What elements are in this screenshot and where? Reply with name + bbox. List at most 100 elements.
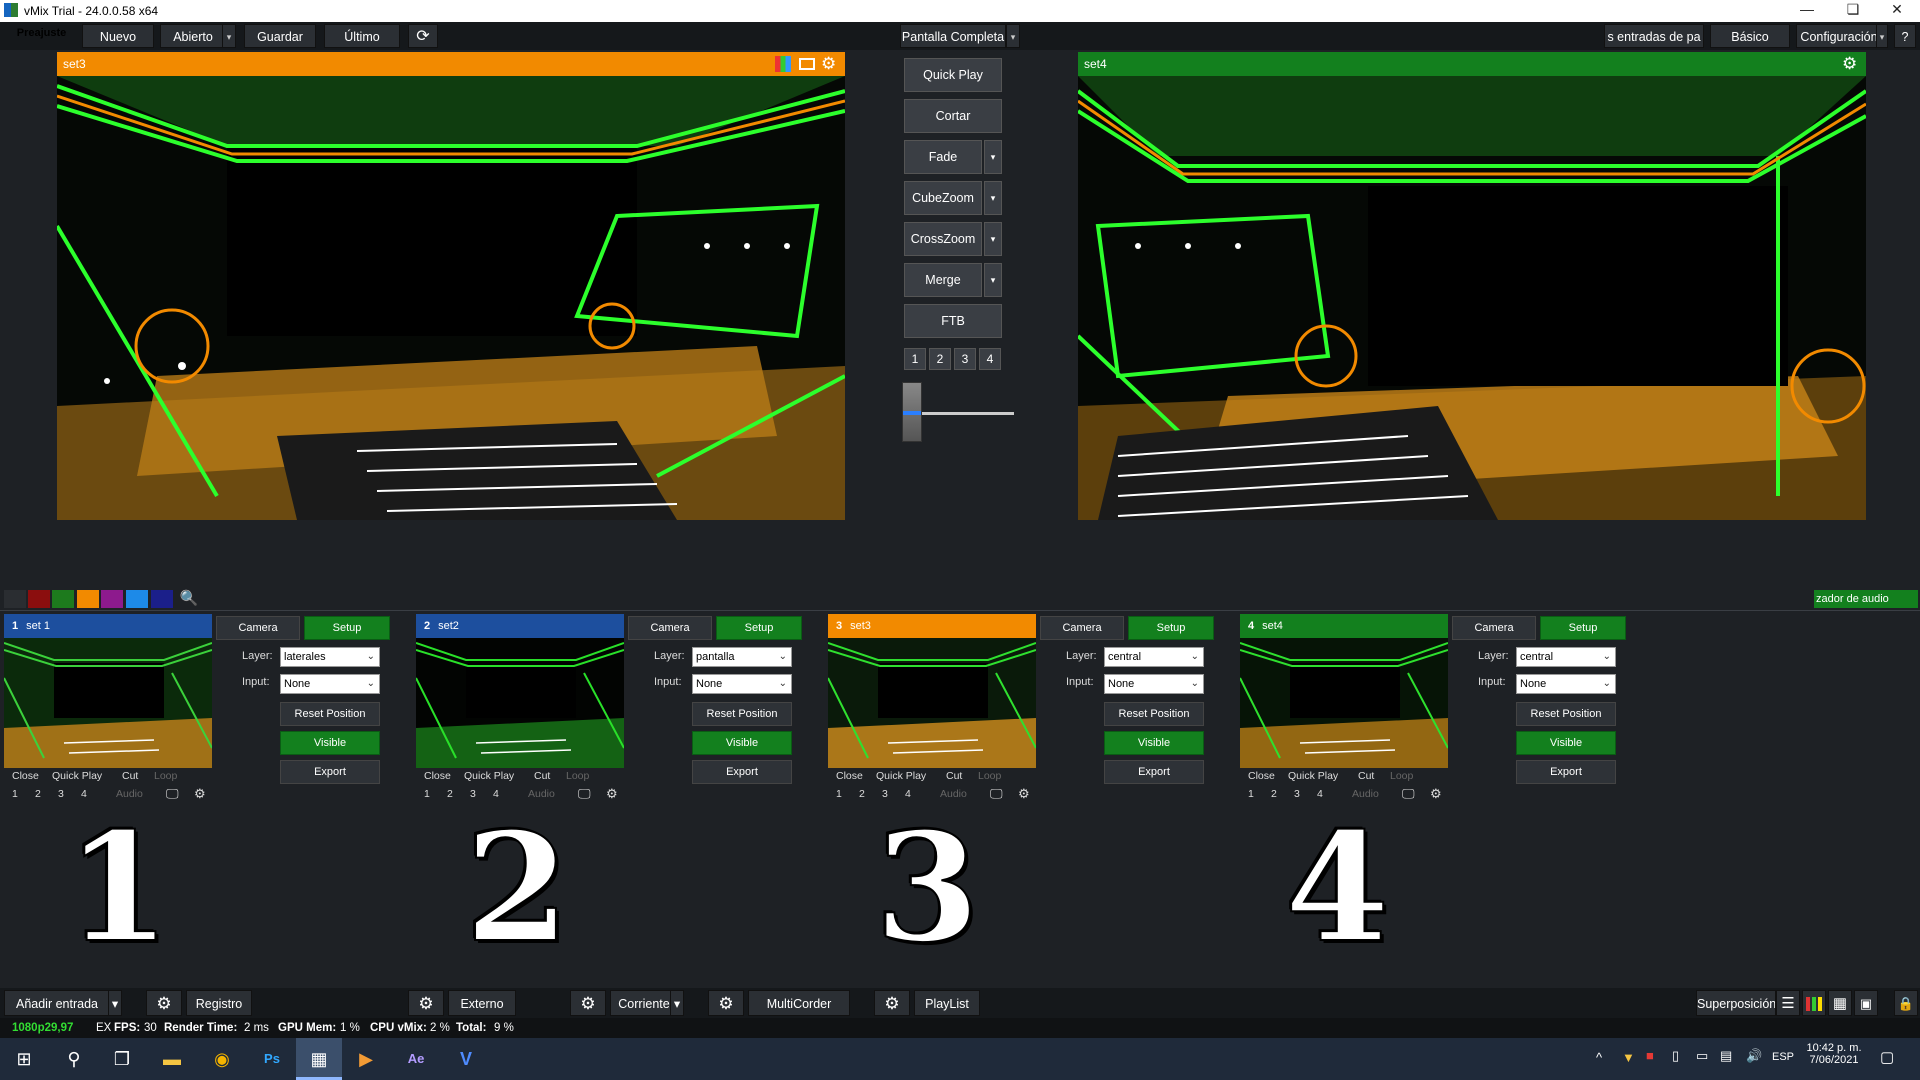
layer-select[interactable]: laterales ⌄ (280, 647, 380, 667)
cubezoom-button[interactable]: CubeZoom (904, 181, 982, 215)
input-loop-button[interactable]: Loop (1390, 770, 1413, 782)
input-loop-button[interactable]: Loop (566, 770, 589, 782)
visible-button[interactable]: Visible (692, 731, 792, 755)
camera-button[interactable]: Camera (1452, 616, 1536, 640)
add-input-button[interactable]: Añadir entrada (4, 990, 110, 1016)
color-filter-blue[interactable] (126, 590, 148, 608)
layer-select[interactable]: central ⌄ (1104, 647, 1204, 667)
input-close-button[interactable]: Close (836, 770, 863, 782)
after-effects-icon[interactable]: Ae (396, 1038, 436, 1080)
help-button[interactable]: ? (1894, 24, 1916, 48)
input-cut-button[interactable]: Cut (534, 770, 550, 782)
stream-settings-gear-icon[interactable]: ⚙ (570, 990, 606, 1016)
input-header[interactable]: 2 set2 (416, 614, 624, 638)
gear-icon[interactable]: ⚙ (1430, 786, 1442, 802)
quick-play-button[interactable]: Quick Play (904, 58, 1002, 92)
overlay-2-button[interactable]: 2 (1271, 788, 1277, 800)
input-thumbnail[interactable] (4, 638, 212, 768)
export-button[interactable]: Export (1516, 760, 1616, 784)
reset-position-button[interactable]: Reset Position (1104, 702, 1204, 726)
input-thumbnail[interactable] (828, 638, 1036, 768)
crosszoom-button[interactable]: CrossZoom (904, 222, 982, 256)
layer-select[interactable]: central ⌄ (1516, 647, 1616, 667)
merge-button[interactable]: Merge (904, 263, 982, 297)
input-select[interactable]: None ⌄ (1516, 674, 1616, 694)
monitor-icon[interactable]: 🖵 (990, 786, 1003, 802)
external-settings-gear-icon[interactable]: ⚙ (408, 990, 444, 1016)
overlay-2-button[interactable]: 2 (35, 788, 41, 800)
input-close-button[interactable]: Close (424, 770, 451, 782)
list-view-icon[interactable]: ☰ (1776, 990, 1800, 1016)
tray-usb-icon[interactable]: ▯ (1672, 1048, 1679, 1064)
layer-select[interactable]: pantalla ⌄ (692, 647, 792, 667)
input-quickplay-button[interactable]: Quick Play (1288, 770, 1338, 782)
input-quickplay-button[interactable]: Quick Play (464, 770, 514, 782)
input-audio-button[interactable]: Audio (528, 788, 555, 800)
vegas-icon[interactable]: V (446, 1038, 486, 1080)
cut-button[interactable]: Cortar (904, 99, 1002, 133)
open-button[interactable]: Abierto (160, 24, 226, 48)
reset-position-button[interactable]: Reset Position (692, 702, 792, 726)
input-cut-button[interactable]: Cut (122, 770, 138, 782)
export-button[interactable]: Export (692, 760, 792, 784)
settings-dropdown-icon[interactable]: ▾ (1876, 24, 1888, 48)
external-button[interactable]: Externo (448, 990, 516, 1016)
input-quickplay-button[interactable]: Quick Play (876, 770, 926, 782)
windows-start-icon[interactable]: ⊞ (4, 1038, 44, 1080)
tray-clock[interactable]: 10:42 p. m. 7/06/2021 (1806, 1042, 1862, 1066)
visible-button[interactable]: Visible (1104, 731, 1204, 755)
preview-video[interactable] (57, 76, 845, 520)
visible-button[interactable]: Visible (1516, 731, 1616, 755)
input-close-button[interactable]: Close (12, 770, 39, 782)
tray-app-icon[interactable]: ▼ (1622, 1050, 1635, 1065)
inputs-button[interactable]: s entradas de pa (1604, 24, 1704, 48)
setup-button[interactable]: Setup (1540, 616, 1626, 640)
merge-dropdown-icon[interactable]: ▾ (984, 263, 1002, 297)
fullscreen-button[interactable]: Pantalla Completa (900, 24, 1006, 48)
monitor-icon[interactable]: 🖵 (578, 786, 591, 802)
log-button[interactable]: Registro (186, 990, 252, 1016)
transition-2-button[interactable]: 2 (929, 348, 951, 370)
input-audio-button[interactable]: Audio (116, 788, 143, 800)
last-button[interactable]: Último (324, 24, 400, 48)
overlay-4-button[interactable]: 4 (81, 788, 87, 800)
close-icon[interactable]: ✕ (1874, 1, 1920, 18)
input-cut-button[interactable]: Cut (946, 770, 962, 782)
setup-button[interactable]: Setup (1128, 616, 1214, 640)
crosszoom-dropdown-icon[interactable]: ▾ (984, 222, 1002, 256)
input-header[interactable]: 3 set3 (828, 614, 1036, 638)
grid-view-icon[interactable]: ▦ (1828, 990, 1852, 1016)
search-icon[interactable]: ⚲ (54, 1038, 94, 1080)
search-icon[interactable]: 🔍 (178, 588, 200, 610)
overlay-4-button[interactable]: 4 (493, 788, 499, 800)
tbar-handle[interactable] (902, 382, 922, 442)
input-header[interactable]: 1 set 1 (4, 614, 212, 638)
overlay-button[interactable]: Superposición (1696, 990, 1776, 1016)
overlay-1-button[interactable]: 1 (12, 788, 18, 800)
playlist-settings-gear-icon[interactable]: ⚙ (874, 990, 910, 1016)
input-audio-button[interactable]: Audio (1352, 788, 1379, 800)
overlay-1-button[interactable]: 1 (1248, 788, 1254, 800)
export-button[interactable]: Export (1104, 760, 1204, 784)
new-button[interactable]: Nuevo (82, 24, 154, 48)
camera-button[interactable]: Camera (1040, 616, 1124, 640)
reset-position-button[interactable]: Reset Position (280, 702, 380, 726)
input-select[interactable]: None ⌄ (692, 674, 792, 694)
color-filter-navy[interactable] (151, 590, 173, 608)
open-dropdown-icon[interactable]: ▾ (222, 24, 236, 48)
overlay-1-button[interactable]: 1 (424, 788, 430, 800)
gear-icon[interactable]: ⚙ (821, 52, 841, 76)
tbar-track[interactable] (908, 412, 1014, 415)
tray-chevron-icon[interactable]: ^ (1596, 1050, 1602, 1065)
headphones-icon[interactable]: ⟳ (408, 24, 438, 48)
color-filter-purple[interactable] (101, 590, 123, 608)
audio-meter-icon[interactable] (1802, 990, 1826, 1016)
color-filter-red[interactable] (28, 590, 50, 608)
basic-button[interactable]: Básico (1710, 24, 1790, 48)
gear-icon[interactable]: ⚙ (1018, 786, 1030, 802)
input-audio-button[interactable]: Audio (940, 788, 967, 800)
input-cut-button[interactable]: Cut (1358, 770, 1374, 782)
transition-1-button[interactable]: 1 (904, 348, 926, 370)
add-input-dropdown-icon[interactable]: ▾ (108, 990, 122, 1016)
overlay-3-button[interactable]: 3 (1294, 788, 1300, 800)
